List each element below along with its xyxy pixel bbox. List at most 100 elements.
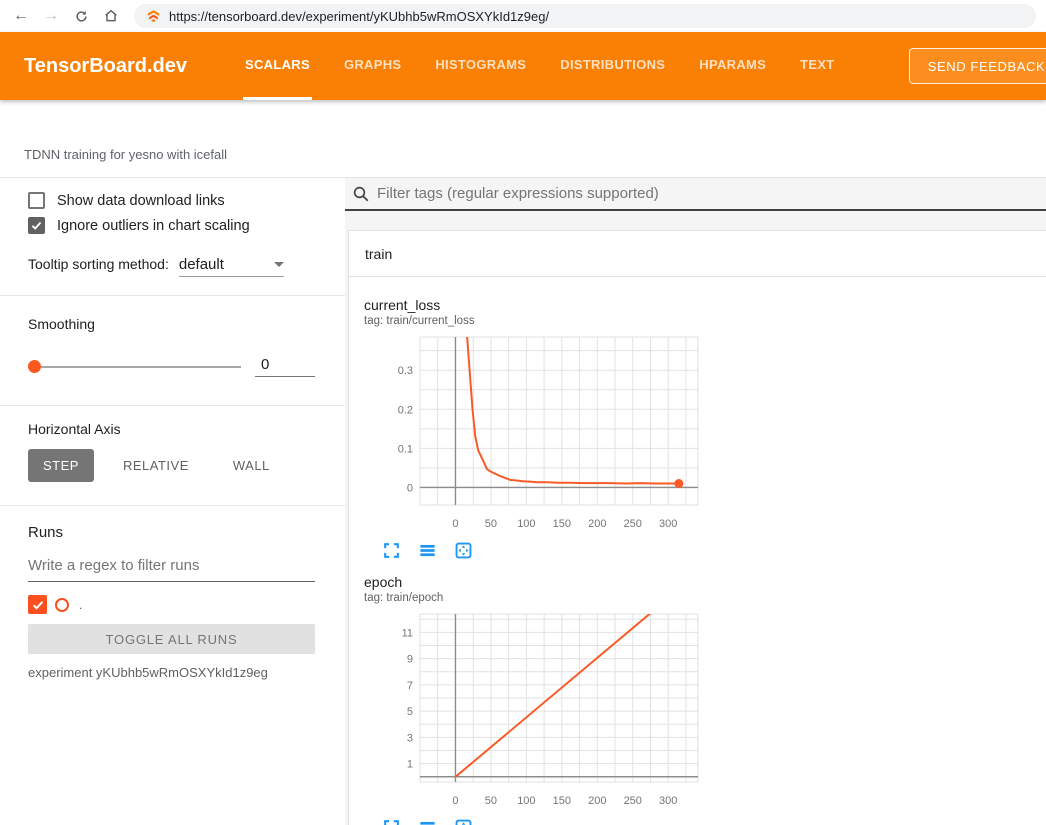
checkbox-unchecked-icon [28, 192, 45, 209]
svg-text:0.3: 0.3 [398, 365, 413, 377]
svg-text:50: 50 [485, 795, 497, 807]
home-glyph [103, 8, 119, 24]
fit-domain-icon[interactable] [454, 818, 473, 825]
section-label: train [365, 246, 392, 262]
filter-tags-input[interactable]: Filter tags (regular expressions support… [345, 178, 1046, 211]
chart-toolbar [364, 818, 706, 825]
runs-regex-placeholder: Write a regex to filter runs [28, 557, 199, 574]
checkbox-checked-icon [28, 217, 45, 234]
browser-toolbar: ← → https://tensorboard.dev/experiment/y… [0, 0, 1046, 32]
tab-text[interactable]: TEXT [798, 32, 836, 100]
svg-text:11: 11 [402, 627, 413, 639]
ignore-outliers-label: Ignore outliers in chart scaling [57, 218, 250, 234]
runs-regex-input[interactable]: Write a regex to filter runs [28, 557, 315, 582]
svg-text:150: 150 [553, 795, 571, 807]
chart-card-current_loss: current_losstag: train/current_loss05010… [364, 297, 706, 560]
app-header: TensorBoard.dev SCALARS GRAPHS HISTOGRAMS D… [0, 32, 1046, 100]
svg-text:0.1: 0.1 [398, 443, 413, 455]
train-section-card: train current_losstag: train/current_los… [348, 230, 1046, 825]
tab-scalars[interactable]: SCALARS [243, 32, 312, 100]
reload-icon[interactable] [68, 3, 94, 29]
show-download-links-checkbox[interactable]: Show data download links [28, 192, 315, 209]
axis-option-step[interactable]: STEP [28, 449, 94, 482]
brand-title: TensorBoard.dev [24, 55, 187, 78]
url-bar[interactable]: https://tensorboard.dev/experiment/yKUbh… [134, 4, 1036, 28]
divider [0, 295, 345, 296]
svg-text:300: 300 [659, 795, 677, 807]
smoothing-slider[interactable] [28, 366, 241, 368]
tab-histograms[interactable]: HISTOGRAMS [433, 32, 528, 100]
tab-graphs[interactable]: GRAPHS [342, 32, 403, 100]
svg-text:200: 200 [588, 795, 606, 807]
ignore-outliers-checkbox[interactable]: Ignore outliers in chart scaling [28, 217, 315, 234]
svg-text:100: 100 [517, 795, 535, 807]
svg-text:5: 5 [407, 706, 413, 718]
tab-hparams[interactable]: HPARAMS [697, 32, 768, 100]
svg-text:200: 200 [588, 518, 606, 530]
svg-text:7: 7 [407, 680, 413, 692]
smoothing-label: Smoothing [28, 316, 315, 332]
filter-tags-placeholder: Filter tags (regular expressions support… [377, 185, 659, 202]
slider-thumb[interactable] [28, 360, 41, 373]
search-icon [352, 185, 370, 203]
toggle-all-runs-button[interactable]: TOGGLE ALL RUNS [28, 624, 315, 654]
chart-title: epoch [364, 574, 706, 590]
horizontal-axis-buttons: STEP RELATIVE WALL [28, 449, 315, 482]
chart-tag: tag: train/current_loss [364, 315, 706, 327]
run-row: . [28, 595, 315, 614]
data-table-icon[interactable] [418, 818, 437, 825]
svg-text:0: 0 [452, 518, 458, 530]
chevron-down-icon [274, 262, 284, 267]
back-icon[interactable]: ← [8, 3, 34, 29]
settings-sidebar: Show data download links Ignore outliers… [0, 178, 345, 825]
forward-icon[interactable]: → [38, 3, 64, 29]
axis-option-wall[interactable]: WALL [218, 449, 285, 482]
fit-domain-icon[interactable] [454, 541, 473, 560]
svg-text:150: 150 [553, 518, 571, 530]
section-header[interactable]: train [349, 231, 1046, 277]
divider [0, 405, 345, 406]
tooltip-sorting-value: default [179, 256, 224, 273]
run-color-swatch[interactable] [55, 598, 69, 612]
tensorboard-favicon [146, 9, 161, 24]
smoothing-value-input[interactable]: 0 [255, 356, 315, 377]
svg-text:100: 100 [517, 518, 535, 530]
home-icon[interactable] [98, 3, 124, 29]
show-download-links-label: Show data download links [57, 193, 225, 209]
expand-icon[interactable] [382, 541, 401, 560]
chart-tag: tag: train/epoch [364, 592, 706, 604]
reload-glyph [74, 9, 89, 24]
chart-card-epoch: epoch tag: train/epoch 0 50 100 150 200 250 300 1… [364, 574, 706, 825]
svg-text:0.2: 0.2 [398, 404, 413, 416]
data-table-icon[interactable] [418, 541, 437, 560]
tooltip-sorting-label: Tooltip sorting method: [28, 256, 169, 272]
svg-text:0: 0 [407, 482, 413, 494]
main-content: Filter tags (regular expressions support… [345, 178, 1046, 825]
tab-distributions[interactable]: DISTRIBUTIONS [558, 32, 667, 100]
run-checkbox[interactable] [28, 595, 47, 614]
svg-text:9: 9 [407, 654, 413, 666]
chart-plot-epoch[interactable]: 0 50 100 150 200 250 300 1 3 5 7 9 11 [364, 612, 704, 810]
svg-text:250: 250 [624, 518, 642, 530]
run-name: . [79, 598, 82, 612]
experiment-title: TDNN training for yesno with icefall [24, 147, 227, 162]
send-feedback-button[interactable]: SEND FEEDBACK [909, 48, 1046, 84]
svg-text:50: 50 [485, 518, 497, 530]
experiment-title-band: TDNN training for yesno with icefall [0, 100, 1046, 178]
svg-text:0: 0 [452, 795, 458, 807]
chart-plot-current_loss[interactable]: 05010015020025030000.10.20.3 [364, 335, 704, 533]
charts-grid: current_losstag: train/current_loss05010… [349, 277, 1046, 825]
svg-text:3: 3 [407, 732, 413, 744]
expand-icon[interactable] [382, 818, 401, 825]
url-text: https://tensorboard.dev/experiment/yKUbh… [169, 9, 549, 24]
runs-label: Runs [28, 524, 315, 541]
tooltip-sorting-select[interactable]: default [179, 256, 284, 277]
svg-text:250: 250 [624, 795, 642, 807]
divider [0, 505, 345, 506]
axis-option-relative[interactable]: RELATIVE [108, 449, 204, 482]
svg-text:1: 1 [407, 759, 413, 771]
nav-tabs: SCALARS GRAPHS HISTOGRAMS DISTRIBUTIONS HPAR… [243, 32, 867, 100]
chart-toolbar [364, 541, 706, 560]
horizontal-axis-label: Horizontal Axis [28, 421, 315, 437]
experiment-caption: experiment yKUbhb5wRmOSXYkId1z9eg [28, 665, 315, 680]
